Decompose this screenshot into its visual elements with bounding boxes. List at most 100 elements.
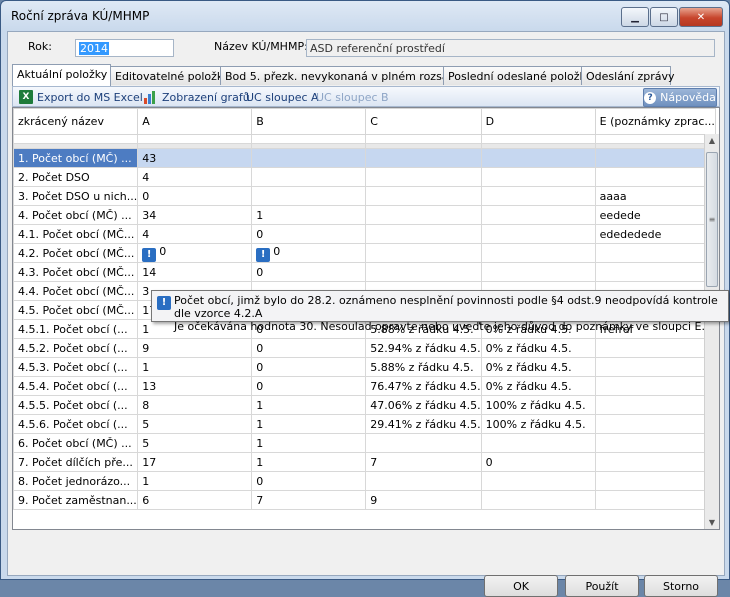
table-cell[interactable]: 4.5.5. Počet obcí (... xyxy=(13,395,139,415)
table-cell[interactable]: 0 xyxy=(251,224,367,244)
table-cell[interactable] xyxy=(480,243,596,263)
table-cell[interactable] xyxy=(594,471,716,491)
table-cell[interactable]: 14 xyxy=(137,262,253,282)
table-cell[interactable]: 4.5.3. Počet obcí (... xyxy=(13,357,139,377)
table-row[interactable]: 4.5.6. Počet obcí (... 5 1 29.41% z řádku 4… xyxy=(13,414,716,434)
table-cell[interactable]: 52.94% z řádku 4.5. xyxy=(365,338,482,358)
table-cell[interactable]: 5 xyxy=(137,414,253,434)
table-cell[interactable] xyxy=(251,186,367,206)
table-row[interactable]: 8. Počet jednorázo... 1 0 xyxy=(13,471,716,491)
table-cell[interactable]: 0 xyxy=(251,338,367,358)
table-cell[interactable] xyxy=(480,205,596,225)
table-cell[interactable]: 43 xyxy=(137,148,253,168)
table-cell[interactable]: 17 xyxy=(137,452,253,472)
table-row[interactable]: 4. Počet obcí (MČ) ... 34 1 eedede xyxy=(13,205,716,225)
table-row[interactable]: 4.5.4. Počet obcí (... 13 0 76.47% z řádku … xyxy=(13,376,716,396)
tab-4[interactable]: Odeslání zprávy xyxy=(581,66,675,85)
table-cell[interactable]: 0 xyxy=(480,452,596,472)
table-cell[interactable]: 4.5.6. Počet obcí (... xyxy=(13,414,139,434)
warning-icon[interactable]: ! xyxy=(256,247,271,262)
tab-1[interactable]: Editovatelné položky xyxy=(110,66,229,85)
table-cell[interactable] xyxy=(480,490,596,510)
table-cell[interactable]: 1. Počet obcí (MČ) ... xyxy=(13,148,139,168)
scroll-down-icon[interactable]: ▼ xyxy=(705,516,719,529)
table-cell[interactable]: 0% z řádku 4.5. xyxy=(480,376,596,396)
table-cell[interactable] xyxy=(594,395,716,415)
table-cell[interactable] xyxy=(594,262,716,282)
table-cell[interactable]: 4. Počet obcí (MČ) ... xyxy=(13,205,139,225)
ok-button[interactable]: OK xyxy=(484,575,558,597)
warning-icon[interactable]: ! xyxy=(142,247,157,262)
table-cell[interactable]: 29.41% z řádku 4.5. xyxy=(365,414,482,434)
table-cell[interactable] xyxy=(365,262,482,282)
table-cell[interactable]: 3. Počet DSO u nich... xyxy=(13,186,139,206)
table-cell[interactable]: 9. Počet zaměstnan... xyxy=(13,490,139,510)
table-row[interactable]: 4.2. Počet obcí (MČ...! 0! 0 xyxy=(13,243,716,263)
table-cell[interactable] xyxy=(365,243,482,263)
column-header[interactable]: C xyxy=(365,108,482,135)
table-cell[interactable] xyxy=(594,452,716,472)
table-cell[interactable]: 100% z řádku 4.5. xyxy=(480,395,596,415)
table-cell[interactable] xyxy=(480,167,596,187)
table-cell[interactable]: ! 0 xyxy=(137,243,253,263)
table-row[interactable]: 4.5.5. Počet obcí (... 8 1 47.06% z řádku 4… xyxy=(13,395,716,415)
uc-column-b-button[interactable]: UC sloupec B xyxy=(316,89,389,105)
table-row[interactable]: 4.5.2. Počet obcí (... 9 0 52.94% z řádku 4… xyxy=(13,338,716,358)
table-row[interactable]: 2. Počet DSO 4 xyxy=(13,167,716,187)
table-cell[interactable]: 7 xyxy=(251,490,367,510)
column-header[interactable]: B xyxy=(251,108,367,135)
table-cell[interactable] xyxy=(594,490,716,510)
table-cell[interactable]: 4.5.4. Počet obcí (... xyxy=(13,376,139,396)
table-cell[interactable]: 1 xyxy=(137,357,253,377)
table-cell[interactable]: 34 xyxy=(137,205,253,225)
table-cell[interactable]: 9 xyxy=(365,490,482,510)
table-cell[interactable] xyxy=(594,357,716,377)
table-cell[interactable] xyxy=(480,186,596,206)
table-cell[interactable]: 76.47% z řádku 4.5. xyxy=(365,376,482,396)
table-cell[interactable]: 5 xyxy=(137,433,253,453)
tab-3[interactable]: Poslední odeslané položky xyxy=(443,66,592,85)
table-cell[interactable] xyxy=(594,414,716,434)
column-header[interactable]: E (poznámky zprac... xyxy=(594,108,716,135)
table-cell[interactable]: 5.88% z řádku 4.5. xyxy=(365,357,482,377)
table-cell[interactable] xyxy=(365,205,482,225)
table-row[interactable]: 6. Počet obcí (MČ) ... 5 1 xyxy=(13,433,716,453)
maximize-button[interactable]: □ xyxy=(650,7,678,27)
table-row[interactable]: 3. Počet DSO u nich... 0 aaaa xyxy=(13,186,716,206)
table-cell[interactable] xyxy=(365,471,482,491)
table-cell[interactable]: 1 xyxy=(251,205,367,225)
table-cell[interactable]: 0 xyxy=(251,376,367,396)
table-cell[interactable] xyxy=(251,148,367,168)
table-row[interactable]: 7. Počet dílčích pře... 17 1 7 0 xyxy=(13,452,716,472)
table-cell[interactable]: 1 xyxy=(251,395,367,415)
apply-button[interactable]: Použít xyxy=(565,575,639,597)
close-button[interactable]: ✕ xyxy=(679,7,723,27)
table-row[interactable]: 4.1. Počet obcí (MČ... 4 0 edededede xyxy=(13,224,716,244)
column-header[interactable]: A xyxy=(137,108,253,135)
table-cell[interactable]: 47.06% z řádku 4.5. xyxy=(365,395,482,415)
table-cell[interactable] xyxy=(251,167,367,187)
table-cell[interactable]: 13 xyxy=(137,376,253,396)
table-cell[interactable]: 0 xyxy=(251,471,367,491)
table-cell[interactable]: 6. Počet obcí (MČ) ... xyxy=(13,433,139,453)
table-cell[interactable]: 0 xyxy=(137,186,253,206)
title-bar[interactable]: Roční zpráva KÚ/MHMP ▁ □ ✕ xyxy=(1,1,729,31)
nazev-field[interactable]: ASD referenční prostředí xyxy=(306,39,715,57)
table-cell[interactable] xyxy=(594,148,716,168)
table-cell[interactable]: 8. Počet jednorázo... xyxy=(13,471,139,491)
table-cell[interactable] xyxy=(480,433,596,453)
table-cell[interactable] xyxy=(480,262,596,282)
table-row[interactable]: 4.3. Počet obcí (MČ... 14 0 xyxy=(13,262,716,282)
table-cell[interactable]: 0 xyxy=(251,262,367,282)
table-cell[interactable]: 1 xyxy=(251,452,367,472)
table-cell[interactable] xyxy=(480,224,596,244)
table-cell[interactable]: aaaa xyxy=(594,186,716,206)
table-cell[interactable]: 0% z řádku 4.5. xyxy=(480,338,596,358)
table-cell[interactable] xyxy=(365,148,482,168)
rok-field[interactable]: 2014 xyxy=(75,39,174,57)
table-cell[interactable] xyxy=(365,224,482,244)
table-cell[interactable] xyxy=(480,148,596,168)
table-cell[interactable]: ! 0 xyxy=(251,243,367,263)
column-header[interactable]: D xyxy=(480,108,596,135)
table-cell[interactable]: 0% z řádku 4.5. xyxy=(480,357,596,377)
